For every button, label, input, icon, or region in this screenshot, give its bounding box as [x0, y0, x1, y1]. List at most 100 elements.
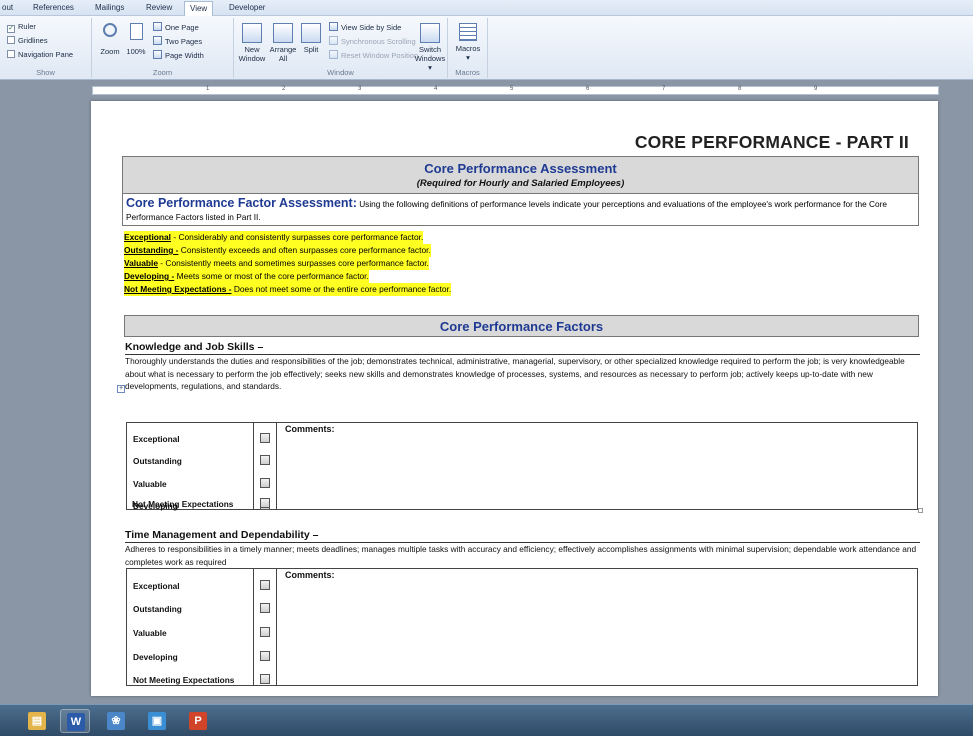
section-description-time-management: Adheres to responsibilities in a timely … [125, 544, 917, 567]
one-page-icon [153, 22, 162, 31]
rating-checkbox[interactable] [260, 498, 270, 508]
word-icon: W [67, 713, 85, 731]
rating-checkbox-column [254, 423, 277, 510]
one-page-button[interactable]: One Page [153, 22, 199, 33]
taskbar-folder-button[interactable]: ▤ [22, 709, 52, 733]
checkbox-icon [7, 36, 15, 44]
rating-label: Developing [133, 652, 178, 662]
level-exceptional: Exceptional - Considerably and consisten… [124, 231, 424, 244]
taskbar-word-button[interactable]: W [60, 709, 90, 733]
rating-table-knowledge: Exceptional Outstanding Valuable Develop… [126, 422, 918, 511]
rating-checkbox[interactable] [260, 433, 270, 443]
rating-checkbox[interactable] [260, 478, 270, 488]
taskbar-explorer-button[interactable]: ▣ [142, 709, 172, 733]
rating-label: Exceptional [133, 434, 180, 444]
page-width-button[interactable]: Page Width [153, 50, 204, 61]
ruler-number: 4 [434, 86, 438, 92]
switch-windows-icon [420, 23, 440, 43]
level-not-meeting: Not Meeting Expectations - Does not meet… [124, 283, 452, 296]
reset-window-position-button[interactable]: Reset Window Position [329, 50, 418, 61]
level-valuable: Valuable - Consistently meets and someti… [124, 257, 429, 270]
new-window-button[interactable]: New Window [237, 23, 267, 63]
ruler-number: 1 [206, 86, 210, 92]
split-button[interactable]: Split [299, 23, 323, 54]
rating-checkbox[interactable] [260, 603, 270, 613]
rating-label: Not Meeting Expectations [133, 675, 235, 685]
page-width-icon [153, 50, 162, 59]
rating-label: Valuable [133, 628, 167, 638]
macros-group-label: Macros [455, 68, 480, 77]
zoom-group: Zoom 100% One Page Two Pages Page Width … [92, 18, 234, 78]
reset-position-icon [329, 50, 338, 59]
explorer-icon: ▣ [148, 712, 166, 730]
show-group-label: Show [36, 68, 55, 77]
table-resize-handle[interactable] [918, 508, 923, 513]
windows-taskbar: ▤ W ❀ ▣ P [0, 704, 973, 736]
document-title: CORE PERFORMANCE - PART II [634, 132, 909, 152]
comments-label[interactable]: Comments: [285, 424, 335, 434]
taskbar-powerpoint-button[interactable]: P [183, 709, 213, 733]
zoom-group-label: Zoom [152, 68, 173, 77]
comments-label[interactable]: Comments: [285, 570, 335, 580]
ruler-checkbox[interactable]: ✓ Ruler [7, 22, 36, 33]
view-side-by-side-button[interactable]: View Side by Side [329, 22, 401, 33]
document-page[interactable]: CORE PERFORMANCE - PART II Core Performa… [91, 101, 938, 696]
rating-label: Outstanding [133, 456, 182, 466]
ribbon-tab-bar: out References Mailings Review View Deve… [0, 0, 973, 17]
arrange-all-button[interactable]: Arrange All [267, 23, 299, 63]
zoom-button[interactable]: Zoom [98, 23, 122, 56]
rating-label: Exceptional [133, 581, 180, 591]
assessment-subtitle: (Required for Hourly and Salaried Employ… [416, 178, 625, 189]
folder-icon: ▤ [28, 712, 46, 730]
gridlines-checkbox[interactable]: Gridlines [7, 36, 48, 46]
side-by-side-icon [329, 22, 338, 31]
section-description-knowledge: Thoroughly understands the duties and re… [125, 356, 905, 391]
assessment-title: Core Performance Assessment [424, 161, 617, 176]
tab-mailings[interactable]: Mailings [90, 1, 129, 15]
assessment-header-box: Core Performance Assessment (Required fo… [122, 156, 919, 194]
rating-checkbox[interactable] [260, 651, 270, 661]
rating-labels-column: Exceptional Outstanding Valuable Develop… [127, 423, 254, 511]
two-pages-icon [153, 36, 162, 45]
rating-checkbox[interactable] [260, 455, 270, 465]
synchronous-scrolling-button[interactable]: Synchronous Scrolling [329, 36, 416, 47]
rating-labels-column: Exceptional Outstanding Valuable Develop… [127, 569, 254, 685]
tab-developer[interactable]: Developer [224, 1, 270, 15]
page-icon [129, 23, 143, 40]
split-icon [301, 23, 321, 43]
section-heading-time-management: Time Management and Dependability – [125, 529, 319, 541]
new-window-icon [242, 23, 262, 43]
performance-levels: Exceptional - Considerably and consisten… [124, 231, 452, 296]
paint-icon: ❀ [107, 712, 125, 730]
window-group: New Window Arrange All Split View Side b… [234, 18, 448, 78]
tab-references[interactable]: References [28, 1, 79, 15]
table-move-handle-icon[interactable]: + [117, 385, 125, 393]
factor-assessment-lead: Core Performance Factor Assessment: [126, 196, 357, 210]
ruler-number: 3 [358, 86, 362, 92]
tab-review[interactable]: Review [141, 1, 177, 15]
ruler-number: 5 [510, 86, 514, 92]
rating-checkbox[interactable] [260, 580, 270, 590]
rating-checkbox[interactable] [260, 627, 270, 637]
two-pages-button[interactable]: Two Pages [153, 36, 202, 47]
horizontal-ruler[interactable]: 1 2 3 4 5 6 7 8 9 [92, 86, 939, 95]
macros-button[interactable]: Macros ▾ [452, 23, 484, 62]
section-heading-knowledge: Knowledge and Job Skills – [125, 341, 264, 353]
taskbar-paint-button[interactable]: ❀ [101, 709, 131, 733]
factor-assessment-box: Core Performance Factor Assessment: Usin… [122, 194, 919, 226]
ribbon: ✓ Ruler Gridlines Navigation Pane Show Zo… [0, 16, 973, 80]
rating-label: Valuable [133, 479, 167, 489]
rating-table-time-management: Exceptional Outstanding Valuable Develop… [126, 568, 918, 686]
switch-windows-button[interactable]: Switch Windows ▾ [414, 23, 446, 72]
sync-scroll-icon [329, 36, 338, 45]
zoom-100-button[interactable]: 100% [125, 23, 147, 56]
rating-label: Not Meeting Expectations [132, 499, 234, 509]
ruler-number: 8 [738, 86, 742, 92]
tab-layout[interactable]: out [0, 1, 18, 15]
ruler-number: 7 [662, 86, 666, 92]
rating-checkbox[interactable] [260, 674, 270, 684]
level-outstanding: Outstanding - Consistently exceeds and o… [124, 244, 431, 257]
navigation-pane-checkbox[interactable]: Navigation Pane [7, 50, 73, 60]
macros-icon [459, 23, 477, 41]
tab-view[interactable]: View [184, 1, 214, 17]
